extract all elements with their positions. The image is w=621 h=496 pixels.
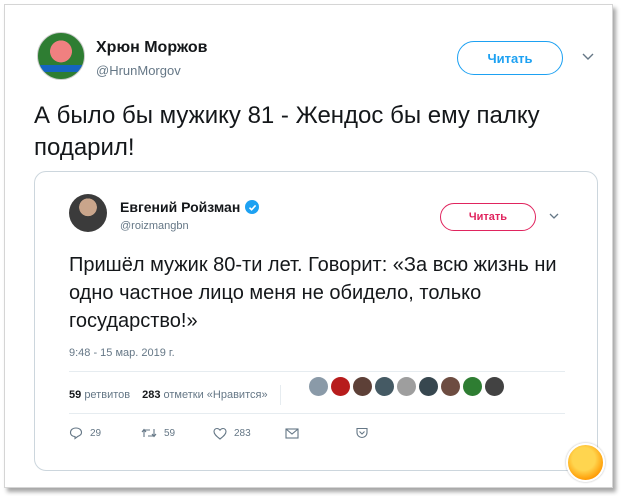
bookmark-icon [356, 427, 368, 439]
chevron-down-icon[interactable] [548, 210, 560, 222]
site-watermark-logo [566, 443, 605, 482]
retweet-count: 59 [164, 427, 176, 439]
author-handle[interactable]: @HrunMorgov [96, 63, 181, 78]
divider [69, 413, 565, 414]
quoted-follow-button-label: Читать [468, 211, 508, 223]
quoted-author-handle[interactable]: @roizmangbn [120, 220, 189, 232]
reply-icon [69, 427, 83, 440]
reply-action[interactable]: 29 [69, 426, 141, 440]
message-action[interactable] [285, 427, 355, 439]
likes-label: отметки «Нравится» [163, 389, 268, 401]
follow-button-label: Читать [487, 50, 533, 66]
message-icon [285, 427, 299, 439]
reply-count: 29 [90, 427, 102, 439]
liker-avatar[interactable] [419, 377, 438, 396]
author-name[interactable]: Хрюн Моржов [96, 39, 207, 57]
quoted-author-name: Евгений Ройзман [120, 199, 241, 215]
quoted-tweet-timestamp[interactable]: 9:48 - 15 мар. 2019 г. [69, 347, 175, 359]
bookmark-action[interactable] [355, 427, 369, 439]
likes-stat[interactable]: 283 отметки «Нравится» [142, 389, 267, 401]
liker-avatar[interactable] [463, 377, 482, 396]
chevron-down-icon[interactable] [581, 49, 595, 63]
liker-avatar[interactable] [441, 377, 460, 396]
liker-avatar[interactable] [331, 377, 350, 396]
quoted-tweet-text: Пришёл мужик 80-ти лет. Говорит: «За всю… [69, 254, 557, 332]
retweet-icon [141, 428, 157, 438]
retweets-stat[interactable]: 59 ретвитов [69, 389, 130, 401]
like-action[interactable]: 283 [213, 427, 285, 440]
quoted-tweet-card[interactable]: Евгений Ройзман @roizmangbn Читать Пришё… [34, 171, 598, 471]
quoted-author-name-row[interactable]: Евгений Ройзман [120, 199, 260, 215]
quoted-follow-button[interactable]: Читать [440, 203, 536, 231]
liker-avatar[interactable] [397, 377, 416, 396]
like-count: 283 [234, 427, 251, 439]
likes-count: 283 [142, 389, 161, 401]
liker-avatar[interactable] [309, 377, 328, 396]
tweet-actions: 29 59 283 [69, 426, 369, 440]
like-icon [213, 427, 227, 440]
liker-avatar[interactable] [375, 377, 394, 396]
verified-badge-icon [245, 200, 260, 214]
author-avatar[interactable] [37, 32, 85, 80]
retweets-label: ретвитов [84, 389, 131, 401]
engagement-stats: 59 ретвитов 283 отметки «Нравится» [69, 385, 281, 405]
follow-button[interactable]: Читать [457, 41, 563, 75]
divider [69, 371, 565, 372]
tweet-text: А было бы мужику 81 - Жендос бы ему палк… [34, 102, 540, 161]
liker-avatar[interactable] [353, 377, 372, 396]
liker-avatar[interactable] [485, 377, 504, 396]
stats-separator [279, 385, 281, 405]
quoted-author-avatar[interactable] [69, 194, 107, 232]
likers-avatars [309, 377, 504, 396]
retweet-action[interactable]: 59 [141, 426, 213, 440]
tweet-embed-frame: Хрюн Моржов @HrunMorgov Читать А было бы… [4, 4, 613, 488]
retweets-count: 59 [69, 389, 82, 401]
